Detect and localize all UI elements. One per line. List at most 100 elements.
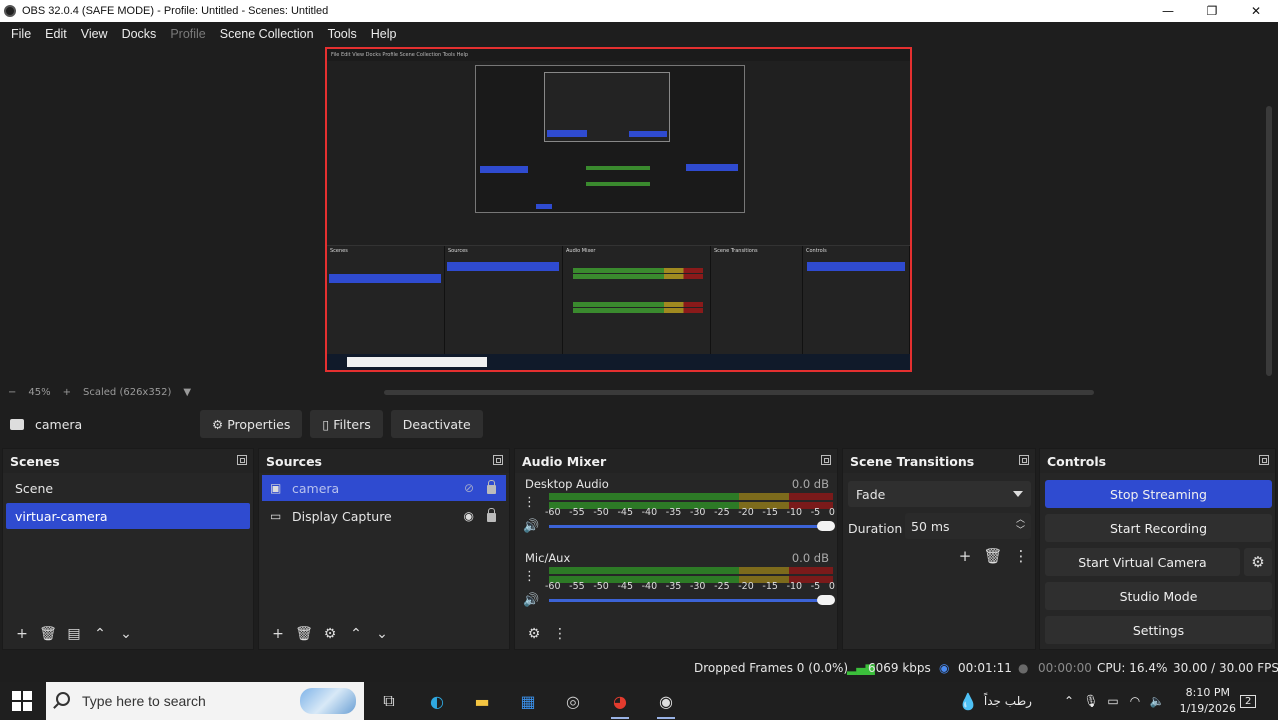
scene-item-scene[interactable]: Scene bbox=[6, 475, 250, 501]
menu-file[interactable]: File bbox=[4, 27, 38, 41]
filters-button[interactable]: ▯ Filters bbox=[310, 410, 383, 438]
move-down-icon[interactable]: ⌄ bbox=[369, 626, 395, 642]
volume-slider[interactable] bbox=[549, 595, 835, 605]
windows-start-icon[interactable] bbox=[12, 691, 32, 711]
advanced-audio-icon[interactable]: ⚙ bbox=[521, 626, 547, 642]
menu-tools[interactable]: Tools bbox=[321, 27, 364, 41]
move-up-icon[interactable]: ⌃ bbox=[87, 626, 113, 642]
undock-icon[interactable] bbox=[237, 455, 247, 465]
settings-button[interactable]: Settings bbox=[1045, 616, 1272, 644]
microphone-icon[interactable]: 🎙 bbox=[1080, 694, 1102, 708]
lock-icon[interactable] bbox=[487, 508, 496, 522]
source-item-display-capture[interactable]: ▭ Display Capture ◉ bbox=[262, 503, 506, 529]
trash-icon[interactable]: 🗑 bbox=[979, 547, 1007, 565]
context-source: camera bbox=[10, 417, 200, 432]
task-view-icon[interactable]: ⧉ bbox=[378, 690, 400, 712]
properties-label: Properties bbox=[227, 416, 291, 432]
start-recording-button[interactable]: Start Recording bbox=[1045, 514, 1272, 542]
menu-docks[interactable]: Docks bbox=[115, 27, 164, 41]
chevron-down-icon bbox=[1013, 491, 1023, 497]
channel-name: Desktop Audio bbox=[525, 477, 609, 491]
audio-mixer-toolbar: ⚙ ⋮ bbox=[515, 619, 837, 649]
steam-icon[interactable]: ◎ bbox=[562, 690, 584, 712]
notification-center-icon[interactable]: 2 bbox=[1240, 682, 1257, 720]
weather-widget[interactable]: 💧 رطب جداً bbox=[958, 682, 1032, 720]
lock-icon[interactable] bbox=[487, 480, 496, 494]
volume-slider-handle[interactable] bbox=[817, 521, 835, 531]
menu-profile[interactable]: Profile bbox=[163, 27, 212, 41]
transition-select[interactable]: Fade bbox=[848, 481, 1031, 507]
menu-edit[interactable]: Edit bbox=[38, 27, 74, 41]
undock-icon[interactable] bbox=[493, 455, 503, 465]
restore-button[interactable]: ❐ bbox=[1190, 0, 1234, 22]
duration-label: Duration bbox=[848, 521, 903, 536]
eye-hidden-icon[interactable]: ⊘ bbox=[464, 481, 474, 495]
zoom-out-button[interactable]: − bbox=[8, 387, 16, 398]
close-button[interactable]: ✕ bbox=[1234, 0, 1278, 22]
taskbar-search[interactable]: Type here to search bbox=[46, 682, 364, 720]
kebab-menu-icon[interactable]: ⋮ bbox=[1007, 547, 1035, 565]
source-label: Display Capture bbox=[292, 508, 392, 524]
taskbar-clock[interactable]: 8:10 PM 1/19/2026 bbox=[1180, 685, 1236, 717]
duration-input[interactable]: 50 ms ︿ ﹀ bbox=[905, 513, 1031, 539]
wifi-icon[interactable]: ◠ bbox=[1124, 694, 1146, 708]
eye-icon[interactable]: ◉ bbox=[464, 509, 474, 523]
gear-icon[interactable]: ⚙ bbox=[317, 626, 343, 642]
menu-scene-collection[interactable]: Scene Collection bbox=[213, 27, 321, 41]
zoom-dropdown-icon[interactable]: ▼ bbox=[183, 387, 191, 398]
menu-view[interactable]: View bbox=[74, 27, 115, 41]
preview-canvas[interactable]: File Edit View Docks Profile Scene Colle… bbox=[325, 47, 912, 372]
add-icon[interactable]: + bbox=[951, 547, 979, 565]
fps: 30.00 / 30.00 FPS bbox=[1173, 661, 1278, 675]
gear-icon: ⚙ bbox=[212, 416, 224, 432]
studio-mode-button[interactable]: Studio Mode bbox=[1045, 582, 1272, 610]
trash-icon[interactable]: 🗑 bbox=[291, 626, 317, 642]
scene-label: virtuar-camera bbox=[15, 508, 108, 524]
start-virtual-camera-button[interactable]: Start Virtual Camera bbox=[1045, 548, 1240, 576]
volume-slider[interactable] bbox=[549, 521, 835, 531]
preview-nested-capture-deep bbox=[544, 72, 670, 142]
sources-title: Sources bbox=[266, 453, 322, 469]
source-item-camera[interactable]: ▣ camera ⊘ bbox=[262, 475, 506, 501]
tray-overflow-icon[interactable]: ⌃ bbox=[1058, 694, 1080, 708]
scene-transitions-dock-title: Scene Transitions bbox=[843, 449, 1035, 473]
trash-icon[interactable]: 🗑 bbox=[35, 626, 61, 642]
virtual-camera-settings-icon[interactable]: ⚙ bbox=[1244, 548, 1272, 576]
speaker-icon[interactable]: 🔊 bbox=[523, 519, 539, 534]
zoom-in-button[interactable]: + bbox=[63, 387, 71, 398]
edge-icon[interactable]: ◐ bbox=[426, 690, 448, 712]
preview-horizontal-scrollbar[interactable] bbox=[384, 390, 1094, 395]
channel-db: 0.0 dB bbox=[791, 551, 829, 565]
undock-icon[interactable] bbox=[1019, 455, 1029, 465]
spinner-arrows-icon[interactable]: ︿ ﹀ bbox=[1016, 515, 1025, 537]
volume-meter bbox=[549, 493, 833, 500]
move-up-icon[interactable]: ⌃ bbox=[343, 626, 369, 642]
scene-item-virtuar-camera[interactable]: virtuar-camera bbox=[6, 503, 250, 529]
chrome-icon[interactable]: ◕ bbox=[609, 690, 631, 719]
obs-logo-icon bbox=[4, 5, 16, 17]
title-bar: OBS 32.0.4 (SAFE MODE) - Profile: Untitl… bbox=[0, 0, 1278, 22]
kebab-menu-icon[interactable]: ⋮ bbox=[547, 626, 573, 642]
obs-icon[interactable]: ◉ bbox=[655, 690, 677, 719]
audio-mixer-dock: Audio Mixer Desktop Audio 0.0 dB ⋮ -60 -5… bbox=[514, 448, 838, 650]
store-icon[interactable]: ▦ bbox=[517, 690, 539, 712]
volume-slider-handle[interactable] bbox=[817, 595, 835, 605]
preview-vertical-scrollbar[interactable] bbox=[1266, 106, 1272, 376]
move-down-icon[interactable]: ⌄ bbox=[113, 626, 139, 642]
undock-icon[interactable] bbox=[1259, 455, 1269, 465]
add-icon[interactable]: + bbox=[9, 626, 35, 642]
deactivate-button[interactable]: Deactivate bbox=[390, 410, 483, 438]
speaker-icon[interactable]: 🔊 bbox=[523, 593, 539, 608]
undock-icon[interactable] bbox=[821, 455, 831, 465]
stop-streaming-button[interactable]: Stop Streaming bbox=[1045, 480, 1272, 508]
kebab-menu-icon[interactable]: ⋮ bbox=[523, 569, 536, 584]
add-icon[interactable]: + bbox=[265, 626, 291, 642]
scene-filters-icon[interactable]: ▤ bbox=[61, 626, 87, 642]
file-explorer-icon[interactable]: ▬ bbox=[471, 690, 493, 712]
minimize-button[interactable]: — bbox=[1146, 0, 1190, 22]
properties-button[interactable]: ⚙ Properties bbox=[200, 410, 303, 438]
menu-help[interactable]: Help bbox=[364, 27, 404, 41]
kebab-menu-icon[interactable]: ⋮ bbox=[523, 495, 536, 510]
volume-icon[interactable]: 🔈 bbox=[1146, 694, 1168, 708]
battery-icon[interactable]: ▭ bbox=[1102, 694, 1124, 708]
